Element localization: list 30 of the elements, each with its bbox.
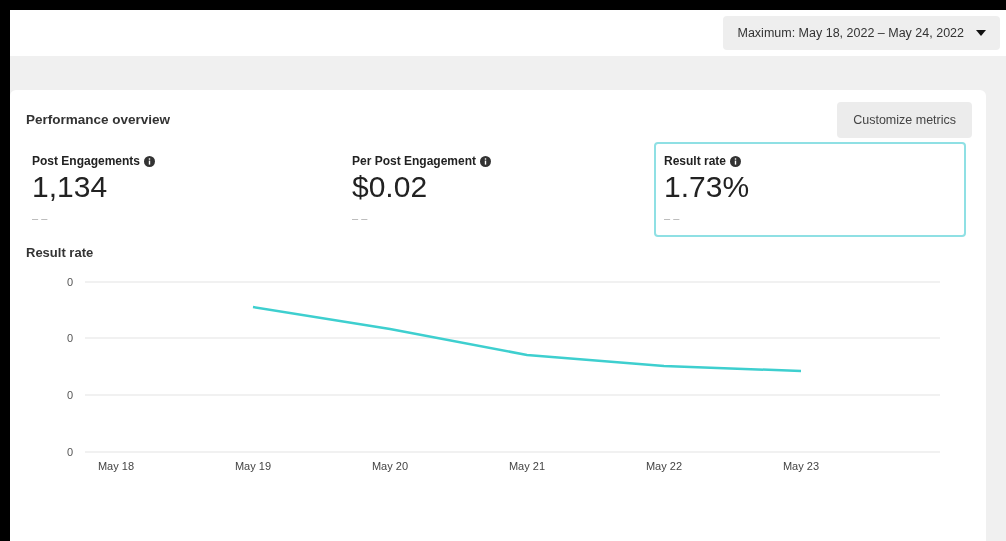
metric-comparison: – – [32,210,48,226]
info-icon[interactable] [730,155,742,167]
customize-metrics-button[interactable]: Customize metrics [837,102,972,138]
y-axis-label: 0 [66,446,74,458]
y-axis-label: 0 [66,276,74,288]
metric-value: $0.02 [352,170,429,205]
x-axis-label: May 22 [645,460,683,472]
x-axis-label: May 20 [371,460,409,472]
metric-label: Per Post Engagement [352,153,477,170]
info-icon[interactable] [480,155,492,167]
chart-title: Result rate [26,243,95,262]
date-range-dropdown[interactable]: Maximum: May 18, 2022 – May 24, 2022 [723,16,1000,50]
caret-icon [976,30,986,36]
x-axis-label: May 19 [234,460,272,472]
info-icon[interactable] [144,155,156,167]
x-axis-label: May 23 [782,460,820,472]
y-axis-label: 0 [66,389,74,401]
metric-comparison: – – [352,210,368,226]
metric-value: 1,134 [32,170,109,205]
metric-label: Post Engagements [32,153,141,170]
y-axis-label: 0 [66,332,74,344]
metric-tile[interactable]: Per Post Engagement $0.02 – – [342,142,650,237]
metric-comparison: – – [664,210,680,226]
metric-tile[interactable]: Post Engagements 1,134 – – [22,142,338,237]
card-title: Performance overview [26,110,171,129]
metric-value: 1.73% [664,170,751,205]
metric-label: Result rate [664,153,727,170]
x-axis-label: May 18 [97,460,135,472]
metric-tile[interactable]: Result rate 1.73% – – [654,142,966,237]
x-axis-label: May 21 [508,460,546,472]
